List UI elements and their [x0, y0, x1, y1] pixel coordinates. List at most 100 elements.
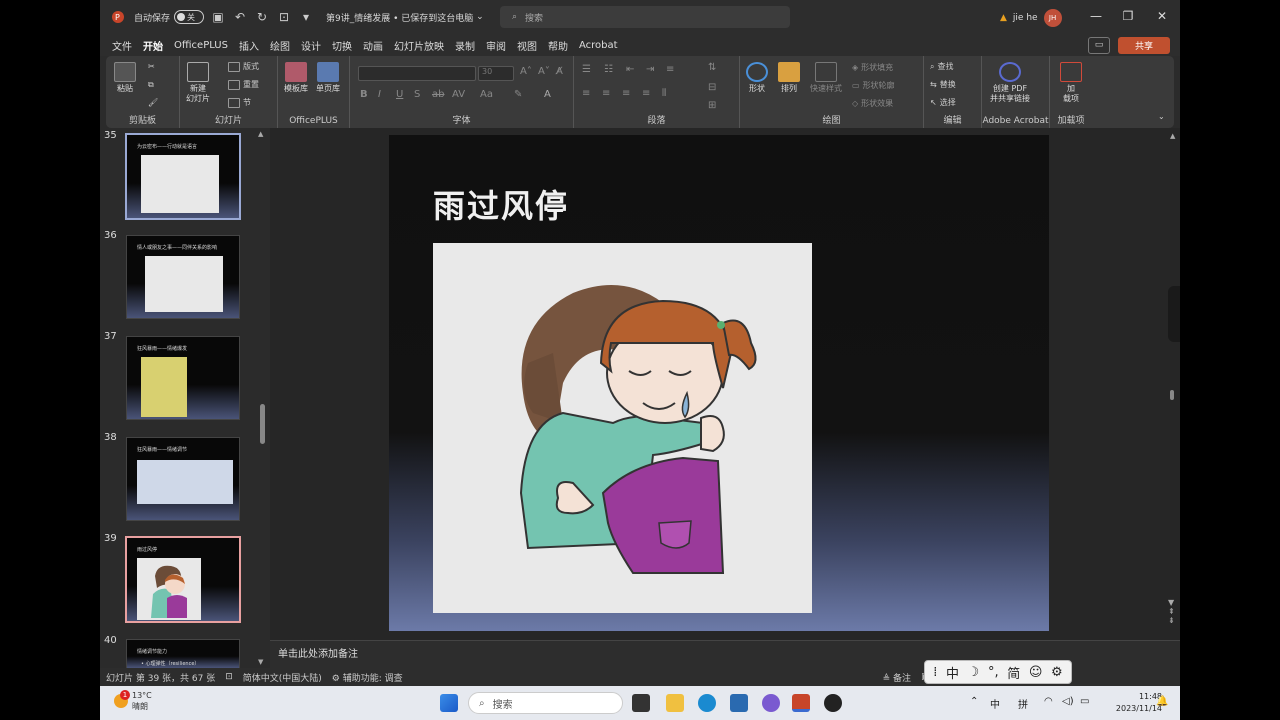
collapse-ribbon-icon[interactable]: ⌄ — [1158, 112, 1165, 121]
arrange-button[interactable]: 排列 — [778, 62, 800, 94]
select-button[interactable]: ↖ 选择 — [930, 97, 956, 108]
user-account[interactable]: ▲ jie he JH — [1000, 9, 1062, 27]
align-center-icon[interactable]: ≡ — [602, 88, 610, 99]
share-button[interactable]: 共享 — [1118, 37, 1170, 54]
volume-icon[interactable]: ◁) — [1062, 696, 1074, 707]
single-page-button[interactable]: 单页库 — [316, 62, 340, 94]
present-icon[interactable]: ⊡ — [276, 9, 292, 25]
scroll-up-icon[interactable]: ▲ — [1170, 132, 1175, 140]
template-library-button[interactable]: 模板库 — [284, 62, 308, 94]
app-icon[interactable] — [762, 694, 780, 712]
file-explorer-icon[interactable] — [666, 694, 684, 712]
autosave-toggle[interactable]: 关 — [174, 10, 205, 24]
cut-icon[interactable]: ✂ — [148, 62, 155, 71]
weather-widget[interactable]: 1 13°C 晴朗 — [112, 690, 152, 712]
tab-13[interactable]: Acrobat — [579, 40, 618, 51]
section-button[interactable]: 节 — [228, 97, 251, 108]
tab-0[interactable]: 文件 — [112, 38, 132, 53]
ime-button-3[interactable]: 简 — [1007, 663, 1020, 682]
replace-button[interactable]: ⇆ 替换 — [930, 79, 956, 90]
tray-overflow-icon[interactable]: ⌃ — [970, 696, 978, 707]
redo-icon[interactable]: ↻ — [254, 9, 270, 25]
bold-icon[interactable]: B — [360, 89, 368, 100]
clear-format-icon[interactable]: A̸ — [556, 66, 563, 77]
powerpoint-taskbar-icon[interactable] — [792, 694, 810, 712]
addins-button[interactable]: 加载项 — [1060, 62, 1082, 104]
edge-icon[interactable] — [698, 694, 716, 712]
battery-icon[interactable]: ▭ — [1080, 696, 1089, 707]
customize-qat-icon[interactable]: ▾ — [298, 9, 314, 25]
italic-icon[interactable]: I — [378, 89, 381, 100]
document-title[interactable]: 第9讲_情绪发展 • 已保存到这台电脑 ⌄ — [326, 11, 484, 24]
avatar[interactable]: JH — [1043, 9, 1062, 27]
language-indicator[interactable]: 简体中文(中国大陆) — [243, 671, 322, 684]
slide-title[interactable]: 雨过风停 — [433, 181, 569, 227]
ime-button-5[interactable]: ⚙ — [1051, 665, 1063, 680]
find-button[interactable]: ⌕ 查找 — [930, 61, 953, 72]
search-input[interactable]: ⌕ 搜索 — [500, 6, 790, 28]
align-left-icon[interactable]: ≡ — [582, 88, 590, 99]
tab-12[interactable]: 帮助 — [548, 38, 568, 53]
tab-10[interactable]: 审阅 — [486, 38, 506, 53]
start-button[interactable] — [440, 694, 458, 712]
side-handle[interactable] — [1168, 286, 1180, 342]
paste-button[interactable]: 粘贴 — [114, 62, 136, 94]
ime-drag-handle[interactable]: ⁞ — [933, 665, 937, 680]
numbering-icon[interactable]: ☷ — [604, 64, 613, 75]
tab-5[interactable]: 设计 — [301, 38, 321, 53]
media-player-icon[interactable] — [824, 694, 842, 712]
shrink-font-icon[interactable]: A˅ — [538, 66, 550, 77]
char-spacing-icon[interactable]: AV — [452, 89, 465, 100]
increase-indent-icon[interactable]: ⇥ — [646, 64, 654, 75]
ime-button-4[interactable]: ☺ — [1029, 665, 1043, 680]
strikethrough-icon[interactable]: ab — [432, 89, 444, 100]
create-pdf-button[interactable]: 创建 PDF 并共享链接 — [990, 62, 1030, 104]
align-text-icon[interactable]: ⊟ — [708, 82, 716, 93]
tab-6[interactable]: 切换 — [332, 38, 352, 53]
notification-icon[interactable]: 🔔 — [1156, 696, 1168, 707]
change-case-icon[interactable]: Aa — [480, 89, 493, 100]
layout-button[interactable]: 版式 — [228, 61, 259, 72]
tab-1[interactable]: 开始 — [143, 38, 163, 58]
store-icon[interactable] — [730, 694, 748, 712]
tab-7[interactable]: 动画 — [363, 38, 383, 53]
format-painter-icon[interactable]: 🖌 — [148, 98, 158, 107]
scroll-up-icon[interactable]: ▲ — [258, 130, 263, 138]
shape-effects-button[interactable]: ◇ 形状效果 — [852, 98, 893, 109]
font-size-select[interactable]: 30 — [478, 66, 514, 81]
tab-8[interactable]: 幻灯片放映 — [394, 38, 444, 53]
ime-button-1[interactable]: ☽ — [968, 665, 980, 680]
ime-pinyin-indicator[interactable]: 拼 — [1018, 696, 1028, 711]
justify-icon[interactable]: ≡ — [642, 88, 650, 99]
hug-illustration[interactable] — [433, 243, 812, 613]
reset-button[interactable]: 重置 — [228, 79, 259, 90]
font-color-icon[interactable]: A — [544, 89, 551, 100]
tab-4[interactable]: 绘图 — [270, 38, 290, 53]
task-view-icon[interactable] — [632, 694, 650, 712]
grow-font-icon[interactable]: A˄ — [520, 66, 532, 77]
minimize-button[interactable]: — — [1088, 8, 1104, 24]
spellcheck-icon[interactable]: ⊡ — [225, 672, 233, 682]
wifi-icon[interactable]: ◠ — [1044, 696, 1053, 707]
current-slide[interactable]: 雨过风停 — [389, 135, 1049, 631]
bullets-icon[interactable]: ☰ — [582, 64, 591, 75]
quick-styles-button[interactable]: 快速样式 — [810, 62, 842, 94]
notes-toggle[interactable]: ≜ 备注 — [883, 671, 911, 684]
taskbar-search[interactable]: ⌕ 搜索 — [468, 692, 623, 714]
thumbnail-slide-37[interactable]: 狂风暴雨——情绪爆发 — [126, 336, 240, 420]
editor-scroll-thumb[interactable] — [1170, 390, 1174, 400]
tab-9[interactable]: 录制 — [455, 38, 475, 53]
copy-icon[interactable]: ⧉ — [148, 80, 154, 90]
shadow-icon[interactable]: S — [414, 89, 420, 100]
accessibility-indicator[interactable]: ⚙ 辅助功能: 调查 — [332, 671, 403, 684]
tab-3[interactable]: 插入 — [239, 38, 259, 53]
shapes-button[interactable]: 形状 — [746, 62, 768, 94]
align-right-icon[interactable]: ≡ — [622, 88, 630, 99]
new-slide-button[interactable]: 新建 幻灯片 — [186, 62, 210, 104]
editor-scrollbar[interactable]: ▲ ▼ ⇞ ⇟ — [1166, 128, 1178, 640]
undo-icon[interactable]: ↶ — [232, 9, 248, 25]
columns-icon[interactable]: ⫴ — [662, 88, 666, 99]
save-icon[interactable]: ▣ — [210, 9, 226, 25]
text-direction-icon[interactable]: ⇅ — [708, 62, 716, 73]
tab-11[interactable]: 视图 — [517, 38, 537, 53]
